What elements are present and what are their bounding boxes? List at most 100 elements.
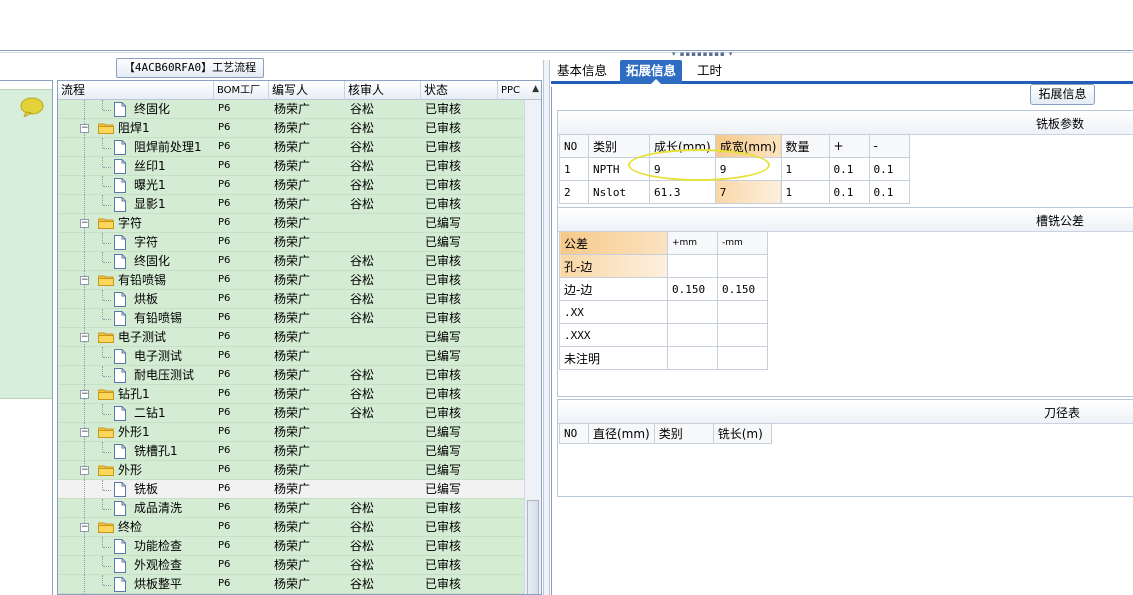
tree-step-row[interactable]: 有铅喷锡 P6 杨荣广 谷松 已审核 xyxy=(58,309,524,328)
collapse-toggle-icon[interactable]: − xyxy=(80,124,89,133)
mp-cell[interactable]: 0.1 xyxy=(868,157,910,181)
st-cell[interactable]: 0.150 xyxy=(667,277,718,301)
st-cell[interactable] xyxy=(667,323,718,347)
st-cell-label[interactable]: 未注明 xyxy=(559,346,668,370)
tree-step-row[interactable]: 烘板 P6 杨荣广 谷松 已审核 xyxy=(58,290,524,309)
tree-group-row[interactable]: − 钻孔1 P6 杨荣广 谷松 已审核 xyxy=(58,385,524,404)
st-cell[interactable]: 0.150 xyxy=(717,277,768,301)
mp-cell[interactable]: Nslot xyxy=(588,180,650,204)
collapse-toggle-icon[interactable]: − xyxy=(80,333,89,342)
chat-bubble-icon[interactable] xyxy=(20,97,44,117)
cell-writer: 杨荣广 xyxy=(274,159,311,173)
tree-group-row[interactable]: − 外形1 P6 杨荣广 已编写 xyxy=(58,423,524,442)
tree-step-row[interactable]: 丝印1 P6 杨荣广 谷松 已审核 xyxy=(58,157,524,176)
mp-cell[interactable]: 1 xyxy=(780,157,830,181)
collapse-toggle-icon[interactable]: − xyxy=(80,276,89,285)
tree-group-row[interactable]: − 外形 P6 杨荣广 已编写 xyxy=(58,461,524,480)
cell-process-name: 阻焊1 xyxy=(118,121,150,135)
col-header-process[interactable]: 流程 xyxy=(58,81,214,100)
mp-cell[interactable]: 2 xyxy=(559,180,589,204)
tree-step-row[interactable]: 电子测试 P6 杨荣广 已编写 xyxy=(58,347,524,366)
tool-table-header: 刀径表 xyxy=(558,400,1133,424)
col-header-status[interactable]: 状态 xyxy=(421,81,498,100)
tree-step-row[interactable]: 阻焊前处理1 P6 杨荣广 谷松 已审核 xyxy=(58,138,524,157)
tree-group-row[interactable]: − 字符 P6 杨荣广 已编写 xyxy=(58,214,524,233)
st-row[interactable]: 未注明 xyxy=(559,346,768,370)
st-cell[interactable] xyxy=(667,300,718,324)
cell-writer: 杨荣广 xyxy=(274,368,311,382)
scrollbar-thumb[interactable] xyxy=(527,500,539,594)
collapse-toggle-icon[interactable]: − xyxy=(80,466,89,475)
cell-process-name: 有铅喷锡 xyxy=(118,273,167,287)
cell-status: 已审核 xyxy=(425,273,462,287)
tree-step-row[interactable]: 烘板整平 P6 杨荣广 谷松 已审核 xyxy=(58,575,524,594)
tree-step-row[interactable]: 终固化 P6 杨荣广 谷松 已审核 xyxy=(58,252,524,271)
mp-col-no: NO xyxy=(559,134,589,158)
folder-icon xyxy=(98,427,114,438)
tree-step-row[interactable]: 外观检查 P6 杨荣广 谷松 已审核 xyxy=(58,556,524,575)
st-cell[interactable] xyxy=(717,346,768,370)
st-row[interactable]: 孔-边 xyxy=(559,254,768,278)
tree-step-row[interactable]: 耐电压测试 P6 杨荣广 谷松 已审核 xyxy=(58,366,524,385)
mp-row[interactable]: 2 Nslot 61.3 7 1 0.1 0.1 xyxy=(559,180,910,204)
mp-cell[interactable]: 1 xyxy=(559,157,589,181)
tree-step-row[interactable]: 功能检查 P6 杨荣广 谷松 已审核 xyxy=(58,537,524,556)
cell-process-name: 字符 xyxy=(118,216,143,230)
tree-step-row[interactable]: 终固化 P6 杨荣广 谷松 已审核 xyxy=(58,100,524,119)
tree-group-row[interactable]: − 电子测试 P6 杨荣广 已编写 xyxy=(58,328,524,347)
collapse-toggle-icon[interactable]: − xyxy=(80,219,89,228)
st-cell-label[interactable]: .XX xyxy=(559,300,668,324)
st-row[interactable]: .XX xyxy=(559,300,768,324)
st-cell-label-selected[interactable]: 孔-边 xyxy=(559,254,668,278)
st-col-plus: +mm xyxy=(667,231,718,255)
tree-step-row[interactable]: 铣槽孔1 P6 杨荣广 已编写 xyxy=(58,442,524,461)
vertical-scrollbar[interactable] xyxy=(524,100,541,594)
col-header-bom[interactable]: BOM工厂 xyxy=(214,81,269,100)
mp-cell[interactable]: 0.1 xyxy=(828,180,870,204)
st-cell[interactable] xyxy=(717,300,768,324)
tree-step-row[interactable]: 成品清洗 P6 杨荣广 谷松 已审核 xyxy=(58,499,524,518)
tree-connector-line xyxy=(103,262,111,263)
folder-icon xyxy=(98,275,114,286)
mp-cell[interactable]: 0.1 xyxy=(868,180,910,204)
cell-bom: P6 xyxy=(218,464,231,475)
st-row[interactable]: .XXX xyxy=(559,323,768,347)
tab-work-hours[interactable]: 工时 xyxy=(691,60,728,84)
tree-step-row[interactable]: 二钻1 P6 杨荣广 谷松 已审核 xyxy=(58,404,524,423)
cell-writer: 杨荣广 xyxy=(274,406,311,420)
mp-cell[interactable]: 1 xyxy=(780,180,830,204)
cell-process-name: 终检 xyxy=(118,520,143,534)
col-header-reviewer[interactable]: 核审人 xyxy=(345,81,421,100)
tab-basic-info[interactable]: 基本信息 xyxy=(551,60,613,84)
tree-step-row[interactable]: 显影1 P6 杨荣广 谷松 已审核 xyxy=(58,195,524,214)
collapse-toggle-icon[interactable]: − xyxy=(80,428,89,437)
tree-step-row[interactable]: 曝光1 P6 杨荣广 谷松 已审核 xyxy=(58,176,524,195)
left-collapsed-panel xyxy=(0,80,53,595)
tree-connector-line xyxy=(102,195,103,205)
st-cell[interactable] xyxy=(667,346,718,370)
tree-step-row[interactable]: 字符 P6 杨荣广 已编写 xyxy=(58,233,524,252)
tree-group-row[interactable]: − 阻焊1 P6 杨荣广 谷松 已审核 xyxy=(58,119,524,138)
mp-cell-selected[interactable]: 7 xyxy=(714,180,782,204)
tree-group-row[interactable]: − 有铅喷锡 P6 杨荣广 谷松 已审核 xyxy=(58,271,524,290)
top-splitter-handle[interactable]: ▾ ▪▪▪▪▪▪▪▪ ▾ xyxy=(672,51,736,58)
tree-group-row[interactable]: − 终检 P6 杨荣广 谷松 已审核 xyxy=(58,518,524,537)
panel-splitter[interactable] xyxy=(543,60,550,595)
st-cell-label[interactable]: 边-边 xyxy=(559,277,668,301)
st-cell[interactable] xyxy=(717,254,768,278)
cell-writer: 杨荣广 xyxy=(274,140,311,154)
st-cell[interactable] xyxy=(667,254,718,278)
tree-step-row[interactable]: 铣板 P6 杨荣广 已编写 xyxy=(58,480,524,499)
cell-status: 已编写 xyxy=(425,444,462,458)
collapse-toggle-icon[interactable]: − xyxy=(80,390,89,399)
cell-bom: P6 xyxy=(218,502,231,513)
st-row[interactable]: 边-边 0.150 0.150 xyxy=(559,277,768,301)
cell-writer: 杨荣广 xyxy=(274,482,311,496)
collapse-toggle-icon[interactable]: − xyxy=(80,523,89,532)
st-cell-label[interactable]: .XXX xyxy=(559,323,668,347)
scroll-up-arrow-icon[interactable]: ▲ xyxy=(532,84,539,94)
mp-cell[interactable]: 0.1 xyxy=(828,157,870,181)
mp-cell[interactable]: 61.3 xyxy=(649,180,716,204)
col-header-writer[interactable]: 编写人 xyxy=(269,81,345,100)
st-cell[interactable] xyxy=(717,323,768,347)
